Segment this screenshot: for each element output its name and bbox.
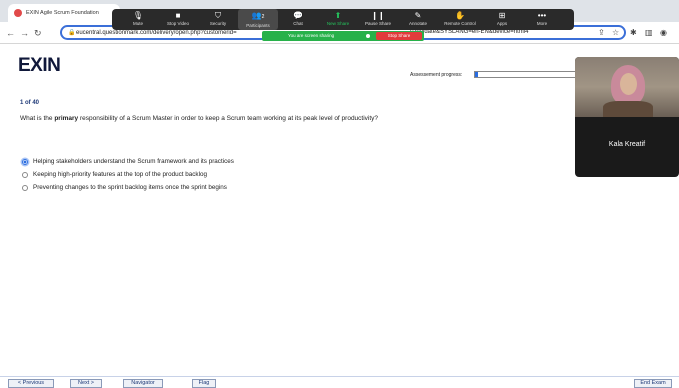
share-page-icon[interactable]: ⇪ [598,27,605,39]
question-emphasis: primary [54,115,79,122]
chat-bubble-icon: 💬 [293,11,303,20]
browser-tab[interactable]: EXIN Agile Scrum Foundation [8,4,120,22]
microphone-icon: 🎙 [132,11,144,20]
question-number: 1 of 40 [20,100,40,106]
mute-button[interactable]: 🎙 Mute [118,9,158,30]
answer-option[interactable]: Helping stakeholders understand the Scru… [22,155,234,168]
progress-label: Assessement progress: [410,72,463,78]
url-text-left: eucentral.questionmark.com/delivery/open… [76,29,237,36]
remote-control-icon: ✋ [455,11,465,20]
pause-share-button[interactable]: ❙❙ Pause Share [358,9,398,30]
radio-button[interactable] [22,184,28,191]
new-share-button[interactable]: ⬆ New Share [318,9,358,30]
participants-button[interactable]: 👥2 Participants [238,9,278,30]
lock-icon: 🔒 [68,30,76,36]
navigator-button[interactable]: Navigator [123,379,163,388]
participant-name: Kala Kreatif [608,141,646,148]
remote-control-button[interactable]: ✋ Remote Control [438,9,482,30]
answer-label: Helping stakeholders understand the Scru… [33,158,234,165]
next-button[interactable]: Next > [70,379,102,388]
participant-video-tile[interactable]: Kala Kreatif [575,57,679,177]
assessment-progress-bar [474,71,576,78]
sharing-status-text: You are screen sharing [288,33,335,38]
profile-avatar-icon[interactable]: ◉ [660,27,667,39]
apps-icon: ⊞ [498,11,506,20]
forward-arrow-icon[interactable]: → [20,27,29,39]
back-arrow-icon[interactable]: ← [6,27,15,39]
chat-button[interactable]: 💬 Chat [278,9,318,30]
people-icon: 👥2 [251,11,265,20]
sharing-dot-icon [366,34,370,38]
extensions-icon[interactable]: ✱ [630,27,637,39]
bookmark-star-icon[interactable]: ☆ [612,27,619,39]
previous-button[interactable]: < Previous [8,379,54,388]
sidepanel-icon[interactable]: ▥ [645,27,653,39]
answer-label: Keeping high-priority features at the to… [33,171,207,178]
answer-option[interactable]: Preventing changes to the sprint backlog… [22,181,234,194]
more-icon: ••• [537,11,547,20]
radio-button[interactable] [22,158,28,165]
reload-icon[interactable]: ↻ [34,27,42,39]
progress-fill [475,72,478,77]
screen-sharing-banner: You are screen sharing Stop Share [262,31,424,41]
shield-icon: ⛉ [215,11,221,20]
video-camera-icon: ■ [175,11,181,20]
apps-button[interactable]: ⊞ Apps [482,9,522,30]
radio-button[interactable] [22,171,28,178]
share-screen-icon: ⬆ [334,11,342,20]
pen-icon: ✎ [414,11,422,20]
answer-label: Preventing changes to the sprint backlog… [33,184,227,191]
tab-title: EXIN Agile Scrum Foundation [26,10,99,16]
answer-option[interactable]: Keeping high-priority features at the to… [22,168,234,181]
exin-logo: EXIN [18,55,61,76]
zoom-meeting-toolbar: 🎙 Mute ■ Stop Video ⛉ Security 👥2 Partic… [112,9,574,30]
answer-options: Helping stakeholders understand the Scru… [22,155,234,194]
pause-icon: ❙❙ [371,11,385,20]
more-button[interactable]: ••• More [522,9,562,30]
security-button[interactable]: ⛉ Security [198,9,238,30]
question-text: What is the primary responsibility of a … [20,115,379,122]
exam-footer-bar: < Previous Next > Navigator Flag End Exa… [0,376,679,388]
stop-video-button[interactable]: ■ Stop Video [158,9,198,30]
annotate-button[interactable]: ✎ Annotate [398,9,438,30]
favicon-icon [14,9,22,17]
end-exam-button[interactable]: End Exam [634,379,672,388]
participants-count: 2 [261,14,265,20]
stop-share-button[interactable]: Stop Share [376,32,422,40]
participant-video-feed [575,57,679,117]
flag-button[interactable]: Flag [192,379,216,388]
